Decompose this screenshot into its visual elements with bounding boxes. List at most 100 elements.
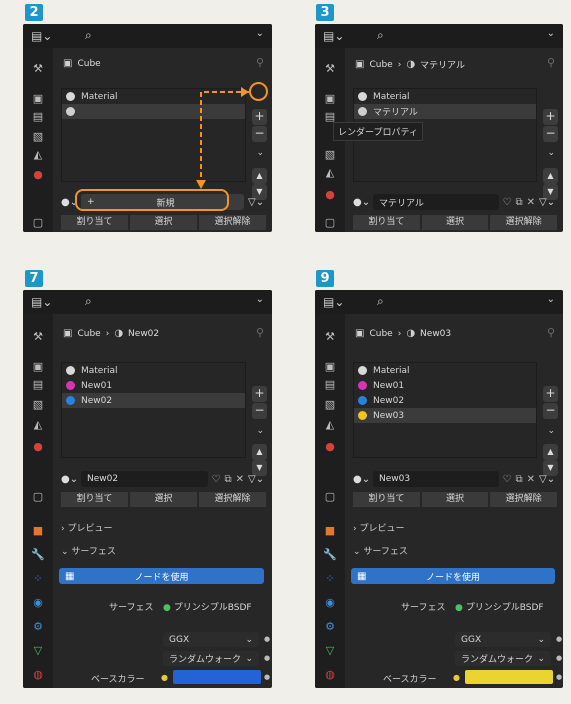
move-up-button[interactable]: ▲: [252, 444, 267, 460]
duplicate-icon[interactable]: ⧉: [224, 474, 231, 485]
view-layer-tab-icon[interactable]: ▧: [323, 148, 337, 161]
world-tab-icon[interactable]: ●: [31, 440, 45, 453]
particles-tab-icon[interactable]: ⁘: [31, 572, 45, 585]
select-button[interactable]: 選択: [421, 215, 489, 230]
tool-tab-icon[interactable]: ⚒: [323, 62, 337, 75]
particles-tab-icon[interactable]: ⁘: [323, 572, 337, 585]
select-button[interactable]: 選択: [421, 492, 489, 507]
search-icon[interactable]: ⌕: [377, 294, 384, 309]
deselect-button[interactable]: 選択解除: [199, 492, 266, 507]
close-icon[interactable]: ✕: [527, 474, 535, 485]
keyframe-dot-icon[interactable]: ●: [264, 635, 270, 643]
modifier-tab-icon[interactable]: 🔧: [323, 548, 337, 561]
fake-user-icon[interactable]: ♡: [212, 474, 221, 485]
scene-tab-icon[interactable]: ◭: [323, 418, 337, 431]
editor-type-icon[interactable]: ▤⌄: [323, 29, 344, 43]
world-tab-icon[interactable]: ●: [323, 440, 337, 453]
keyframe-dot-icon[interactable]: ●: [556, 673, 562, 681]
browse-material-icon[interactable]: ●⌄: [353, 197, 370, 208]
chevron-down-icon[interactable]: ⌄: [547, 426, 555, 436]
object-tab-icon[interactable]: ■: [31, 524, 45, 537]
preview-panel-header[interactable]: › プレビュー: [61, 521, 113, 534]
material-name-field[interactable]: マテリアル: [373, 194, 499, 210]
data-tab-icon[interactable]: ▽: [323, 644, 337, 657]
editor-type-icon[interactable]: ▤⌄: [323, 295, 344, 309]
list-item[interactable]: New02: [354, 393, 536, 408]
list-item[interactable]: New03: [354, 408, 536, 423]
surface-panel-header[interactable]: ⌄ サーフェス: [61, 544, 116, 557]
add-slot-button[interactable]: +: [543, 386, 558, 402]
list-item[interactable]: Material: [62, 363, 245, 378]
filter-icon[interactable]: ▽⌄: [248, 474, 266, 485]
add-slot-button[interactable]: +: [543, 109, 558, 125]
search-icon[interactable]: ⌕: [377, 28, 384, 43]
list-item[interactable]: New01: [354, 378, 536, 393]
chevron-down-icon[interactable]: ⌄: [547, 294, 555, 305]
view-layer-tab-icon[interactable]: ▧: [323, 398, 337, 411]
keyframe-dot-icon[interactable]: ●: [556, 635, 562, 643]
remove-slot-button[interactable]: −: [543, 126, 558, 142]
keyframe-dot-icon[interactable]: ●: [556, 654, 562, 662]
pin-icon[interactable]: ⚲: [256, 326, 264, 339]
browse-material-icon[interactable]: ●⌄: [353, 474, 370, 485]
fake-user-icon[interactable]: ♡: [503, 197, 512, 208]
scene-tab-icon[interactable]: ◭: [323, 166, 337, 179]
output-tab-icon[interactable]: ▤: [31, 378, 45, 391]
list-item[interactable]: New02: [62, 393, 245, 408]
browse-material-icon[interactable]: ●⌄: [61, 474, 78, 485]
filter-icon[interactable]: ▽⌄: [539, 197, 557, 208]
base-color-swatch[interactable]: [173, 670, 261, 684]
deselect-button[interactable]: 選択解除: [490, 492, 558, 507]
chevron-down-icon[interactable]: ⌄: [256, 294, 264, 305]
search-icon[interactable]: ⌕: [85, 294, 92, 309]
chevron-down-icon[interactable]: ⌄: [547, 148, 555, 158]
close-icon[interactable]: ✕: [236, 474, 244, 485]
render-tab-icon[interactable]: ▣: [31, 360, 45, 373]
constraints-tab-icon[interactable]: ⚙: [31, 620, 45, 633]
close-icon[interactable]: ✕: [527, 197, 535, 208]
assign-button[interactable]: 割り当て: [353, 492, 420, 507]
data-tab-icon[interactable]: ▽: [31, 644, 45, 657]
modifier-tab-icon[interactable]: 🔧: [31, 548, 45, 561]
pin-icon[interactable]: ⚲: [547, 56, 555, 69]
use-nodes-button[interactable]: ▦ ノードを使用: [59, 568, 264, 584]
distribution-dropdown[interactable]: GGX ⌄: [455, 632, 551, 647]
physics-tab-icon[interactable]: ◉: [31, 596, 45, 609]
surface-panel-header[interactable]: ⌄ サーフェス: [353, 544, 408, 557]
list-item[interactable]: Material: [354, 89, 536, 104]
move-up-button[interactable]: ▲: [543, 444, 558, 460]
keyframe-dot-icon[interactable]: ●: [264, 654, 270, 662]
physics-tab-icon[interactable]: ◉: [323, 596, 337, 609]
material-name-field[interactable]: New03: [373, 471, 499, 487]
view-layer-tab-icon[interactable]: ▧: [31, 398, 45, 411]
deselect-button[interactable]: 選択解除: [490, 215, 558, 230]
remove-slot-button[interactable]: −: [543, 403, 558, 419]
scene-tab-icon[interactable]: ◭: [31, 418, 45, 431]
subsurface-method-dropdown[interactable]: ランダムウォーク ⌄: [455, 651, 551, 666]
chevron-down-icon[interactable]: ⌄: [256, 426, 264, 436]
material-name-field[interactable]: New02: [81, 471, 208, 487]
select-button[interactable]: 選択: [130, 492, 197, 507]
subsurface-method-dropdown[interactable]: ランダムウォーク ⌄: [163, 651, 259, 666]
distribution-dropdown[interactable]: GGX ⌄: [163, 632, 259, 647]
move-up-button[interactable]: ▲: [543, 168, 558, 184]
render-tab-icon[interactable]: ▣: [323, 92, 337, 105]
constraints-tab-icon[interactable]: ⚙: [323, 620, 337, 633]
preview-panel-header[interactable]: › プレビュー: [353, 521, 405, 534]
add-slot-button[interactable]: +: [252, 386, 267, 402]
surface-shader-selector[interactable]: ● プリンシプルBSDF: [163, 600, 252, 613]
collection-tab-icon[interactable]: ▢: [323, 216, 337, 229]
fake-user-icon[interactable]: ♡: [503, 474, 512, 485]
duplicate-icon[interactable]: ⧉: [515, 197, 522, 208]
surface-shader-selector[interactable]: ● プリンシプルBSDF: [455, 600, 544, 613]
assign-button[interactable]: 割り当て: [353, 215, 420, 230]
remove-slot-button[interactable]: −: [252, 403, 267, 419]
assign-button[interactable]: 割り当て: [61, 492, 128, 507]
chevron-down-icon[interactable]: ⌄: [547, 28, 555, 39]
list-item[interactable]: Material: [354, 363, 536, 378]
editor-type-icon[interactable]: ▤⌄: [31, 295, 52, 309]
duplicate-icon[interactable]: ⧉: [515, 474, 522, 485]
keyframe-dot-icon[interactable]: ●: [264, 673, 270, 681]
list-item[interactable]: New01: [62, 378, 245, 393]
filter-icon[interactable]: ▽⌄: [539, 474, 557, 485]
